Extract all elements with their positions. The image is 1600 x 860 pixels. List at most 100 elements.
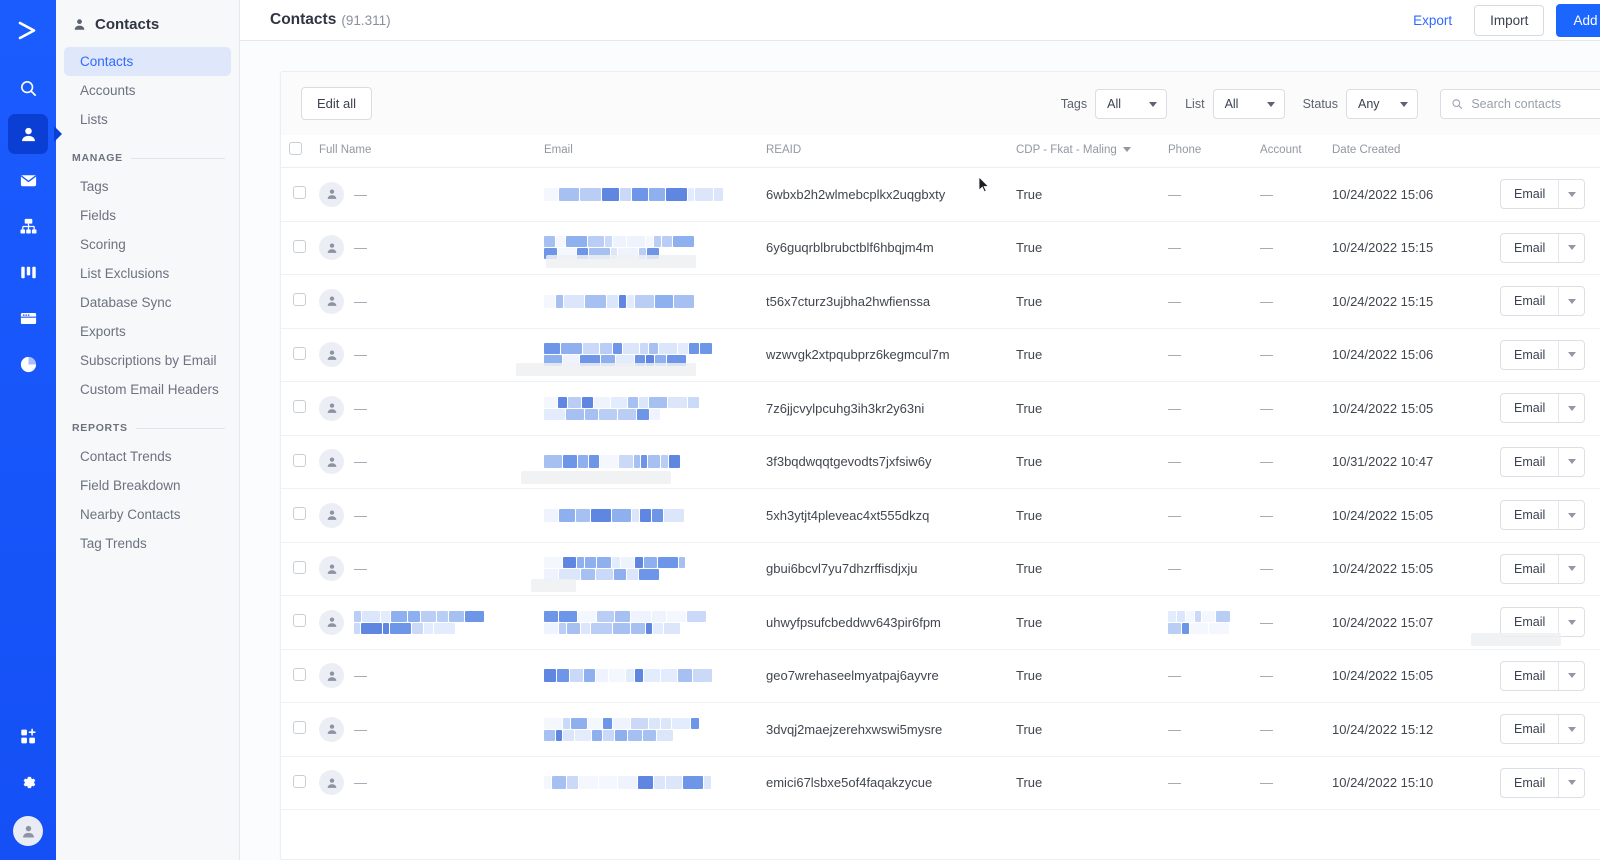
email-split-button[interactable]: Email [1500, 500, 1586, 531]
row-checkbox[interactable] [293, 346, 306, 360]
email-dropdown-button[interactable] [1558, 715, 1584, 744]
rail-item-pages[interactable] [8, 298, 48, 338]
email-button[interactable]: Email [1501, 715, 1558, 743]
col-phone[interactable]: Phone [1160, 135, 1252, 168]
filter-tags-select[interactable]: All [1095, 88, 1168, 119]
sidebar-item-field-breakdown[interactable]: Field Breakdown [64, 471, 231, 500]
col-account[interactable]: Account [1252, 135, 1324, 168]
rail-item-search[interactable] [8, 68, 48, 108]
sidebar-item-contacts[interactable]: Contacts [64, 47, 231, 76]
email-button[interactable]: Email [1501, 448, 1558, 476]
row-checkbox[interactable] [293, 186, 306, 200]
col-reaid[interactable]: REAID [758, 135, 1008, 168]
email-button[interactable]: Email [1501, 394, 1558, 422]
email-dropdown-button[interactable] [1558, 661, 1584, 690]
col-cdp-sort[interactable]: CDP - Fkat - Maling [1016, 144, 1131, 156]
email-dropdown-button[interactable] [1558, 554, 1584, 583]
table-row[interactable]: — emici67lsbxe5of4faqakzycue True — — 10/24/2… [281, 756, 1600, 810]
rail-item-contacts[interactable] [8, 114, 48, 154]
row-checkbox[interactable] [293, 507, 306, 521]
rail-item-automations[interactable] [8, 206, 48, 246]
sidebar-item-lists[interactable]: Lists [64, 105, 231, 134]
rail-item-settings[interactable] [8, 762, 48, 802]
row-checkbox[interactable] [293, 400, 306, 414]
export-link[interactable]: Export [1413, 13, 1452, 28]
sidebar-item-database-sync[interactable]: Database Sync [64, 288, 231, 317]
table-row[interactable]: — gbui6bcvl7yu7dhzrffisdjxju True — — 10/24/2… [281, 542, 1600, 596]
app-logo[interactable] [0, 8, 56, 54]
email-dropdown-button[interactable] [1558, 233, 1584, 262]
table-row[interactable]: — wzwvgk2xtpqubprz6kegmcul7m True — — 10/24/2… [281, 328, 1600, 382]
sidebar-item-fields[interactable]: Fields [64, 201, 231, 230]
email-dropdown-button[interactable] [1558, 287, 1584, 316]
sidebar-item-exports[interactable]: Exports [64, 317, 231, 346]
sidebar-item-subscriptions-by-email[interactable]: Subscriptions by Email [64, 346, 231, 375]
rail-item-campaigns[interactable] [8, 160, 48, 200]
rail-item-apps[interactable] [8, 716, 48, 756]
rail-item-deals[interactable] [8, 252, 48, 292]
email-button[interactable]: Email [1501, 180, 1558, 208]
row-checkbox[interactable] [293, 774, 306, 788]
email-dropdown-button[interactable] [1558, 180, 1584, 209]
table-row[interactable]: — geo7wrehaseelmyatpaj6ayvre True — — 10/24/2… [281, 649, 1600, 703]
email-button[interactable]: Email [1501, 662, 1558, 690]
email-button[interactable]: Email [1501, 341, 1558, 369]
email-button[interactable]: Email [1501, 287, 1558, 315]
row-checkbox[interactable] [293, 667, 306, 681]
table-row[interactable]: — 6wbxb2h2wlmebcplkx2uqgbxty True — — 10/24/2… [281, 167, 1600, 222]
email-button[interactable]: Email [1501, 555, 1558, 583]
filter-list-select[interactable]: All [1212, 88, 1285, 119]
email-button[interactable]: Email [1501, 501, 1558, 529]
sidebar-item-tag-trends[interactable]: Tag Trends [64, 529, 231, 558]
sidebar-item-custom-email-headers[interactable]: Custom Email Headers [64, 375, 231, 404]
table-row[interactable]: — t56x7cturz3ujbha2hwfienssa True — — 10/24/2… [281, 274, 1600, 329]
col-date-created[interactable]: Date Created [1324, 135, 1492, 168]
row-checkbox[interactable] [293, 721, 306, 735]
row-checkbox[interactable] [293, 293, 306, 307]
select-all-checkbox[interactable] [289, 141, 302, 155]
sidebar-item-contact-trends[interactable]: Contact Trends [64, 442, 231, 471]
email-dropdown-button[interactable] [1558, 447, 1584, 476]
import-button[interactable]: Import [1474, 4, 1545, 36]
email-split-button[interactable]: Email [1500, 660, 1586, 691]
email-dropdown-button[interactable] [1558, 394, 1584, 423]
email-split-button[interactable]: Email [1500, 767, 1586, 798]
table-row[interactable]: — 3dvqj2maejzerehxwswi5mysre True — — 10/24/2… [281, 702, 1600, 757]
email-split-button[interactable]: Email [1500, 553, 1586, 584]
sidebar-item-list-exclusions[interactable]: List Exclusions [64, 259, 231, 288]
sidebar-item-tags[interactable]: Tags [64, 172, 231, 201]
search-box[interactable] [1440, 88, 1600, 119]
sidebar-item-nearby-contacts[interactable]: Nearby Contacts [64, 500, 231, 529]
email-split-button[interactable]: Email [1500, 714, 1586, 745]
col-cdp[interactable]: CDP - Fkat - Maling [1008, 135, 1160, 168]
email-split-button[interactable]: Email [1500, 232, 1586, 263]
email-dropdown-button[interactable] [1558, 608, 1584, 637]
filter-status-select[interactable]: Any [1346, 88, 1418, 119]
email-dropdown-button[interactable] [1558, 340, 1584, 369]
email-split-button[interactable]: Email [1500, 393, 1586, 424]
email-split-button[interactable]: Email [1500, 179, 1586, 210]
col-full-name[interactable]: Full Name [311, 135, 536, 168]
row-checkbox[interactable] [293, 239, 306, 253]
email-button[interactable]: Email [1501, 234, 1558, 262]
email-dropdown-button[interactable] [1558, 768, 1584, 797]
account-avatar[interactable] [13, 816, 43, 846]
row-checkbox[interactable] [293, 614, 306, 628]
table-row[interactable]: — 6y6guqrblbrubctblf6hbqjm4m True — — 10/24/2… [281, 221, 1600, 275]
table-row[interactable]: — 5xh3ytjt4pleveac4xt555dkzq True — — 10/24/2… [281, 488, 1600, 543]
email-split-button[interactable]: Email [1500, 286, 1586, 317]
rail-item-reports[interactable] [8, 344, 48, 384]
table-row[interactable]: — 3f3bqdwqqtgevodts7jxfsiw6y True — — 10/31/2… [281, 435, 1600, 489]
table-row[interactable]: uhwyfpsufcbeddwv643pir6fpm True — 10/24/202… [281, 595, 1600, 650]
sidebar-item-accounts[interactable]: Accounts [64, 76, 231, 105]
email-dropdown-button[interactable] [1558, 501, 1584, 530]
edit-all-button[interactable]: Edit all [301, 87, 373, 120]
email-button[interactable]: Email [1501, 769, 1558, 797]
email-split-button[interactable]: Email [1500, 339, 1586, 370]
search-input[interactable] [1471, 96, 1600, 111]
sidebar-item-scoring[interactable]: Scoring [64, 230, 231, 259]
row-checkbox[interactable] [293, 453, 306, 467]
row-checkbox[interactable] [293, 560, 306, 574]
add-contact-button[interactable]: Add a contact [1556, 3, 1600, 37]
col-email[interactable]: Email [536, 135, 758, 168]
